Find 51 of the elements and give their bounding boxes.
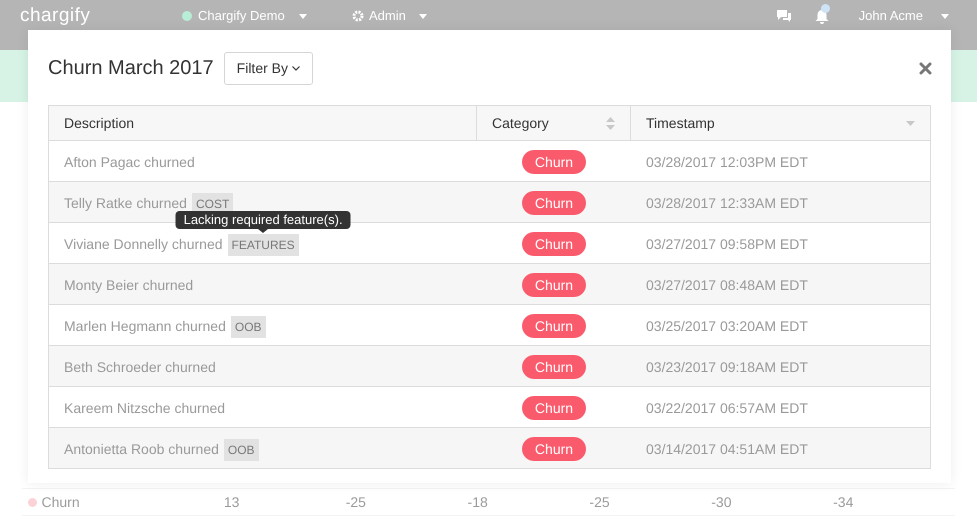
chevron-down-icon — [292, 66, 300, 70]
table-cell-text: 13 — [224, 492, 240, 512]
category-tag: Churn — [522, 314, 586, 338]
description-text: Marlen Hegmann churned — [64, 317, 226, 336]
description-text: Afton Pagac churned — [64, 153, 195, 172]
category-tag: Churn — [522, 232, 586, 256]
table-cell-text: -30 — [711, 492, 732, 512]
table-cell-text: -25 — [346, 492, 367, 512]
timestamp-text: 03/22/2017 06:57AM EDT — [646, 400, 808, 416]
timestamp-text: 03/27/2017 08:48AM EDT — [646, 277, 808, 293]
description-text: Telly Ratke churned — [64, 194, 187, 213]
timestamp-text: 03/14/2017 04:51AM EDT — [646, 441, 808, 457]
category-tag: Churn — [522, 191, 586, 215]
timestamp-text: 03/28/2017 12:33AM EDT — [646, 195, 808, 211]
description-text: Antonietta Roob churned — [64, 440, 219, 459]
filter-button[interactable]: Filter By — [224, 52, 313, 84]
table-cell-text: -34 — [833, 492, 854, 512]
sort-icon[interactable] — [606, 116, 615, 130]
caret-icon — [298, 14, 307, 18]
bell-icon[interactable] — [814, 9, 829, 24]
category-tag: Churn — [522, 437, 586, 461]
category-tag: Churn — [522, 150, 586, 174]
reason-tag: FEATURES — [228, 234, 299, 256]
sort-descending-icon[interactable] — [906, 120, 915, 126]
table-cell-text: -18 — [468, 492, 489, 512]
caret-icon — [941, 14, 949, 19]
category-tag: Churn — [522, 355, 586, 379]
timestamp-text: 03/27/2017 09:58PM EDT — [646, 236, 808, 252]
description-text: Beth Schroeder churned — [64, 358, 216, 377]
table-cell-text: -25 — [589, 492, 611, 512]
category-tag: Churn — [522, 273, 586, 297]
modal-title: Churn March 2017 — [48, 56, 214, 81]
category-tag: Churn — [522, 396, 586, 420]
tooltip-pointer — [258, 229, 268, 233]
gear-icon — [352, 10, 364, 22]
tooltip: Lacking required feature(s). — [176, 211, 351, 229]
timestamp-text: 03/28/2017 12:03PM EDT — [646, 154, 808, 170]
description-text: Monty Beier churned — [64, 276, 194, 295]
reason-tag: OOB — [224, 439, 259, 461]
column-header[interactable]: Description — [49, 106, 477, 140]
caret-icon — [418, 14, 427, 18]
close-icon[interactable] — [919, 62, 932, 74]
timestamp-text: 03/25/2017 03:20AM EDT — [646, 318, 808, 334]
description-text: Viviane Donnelly churned — [64, 235, 223, 254]
reason-tag: OOB — [230, 316, 266, 338]
column-header[interactable]: Timestamp — [631, 106, 930, 140]
description-text: Kareem Nitzsche churned — [64, 399, 226, 418]
chat-icon[interactable] — [774, 9, 793, 23]
timestamp-text: 03/23/2017 09:18AM EDT — [646, 359, 808, 375]
column-header[interactable]: Category — [477, 106, 631, 140]
series-label: Churn — [42, 492, 81, 512]
